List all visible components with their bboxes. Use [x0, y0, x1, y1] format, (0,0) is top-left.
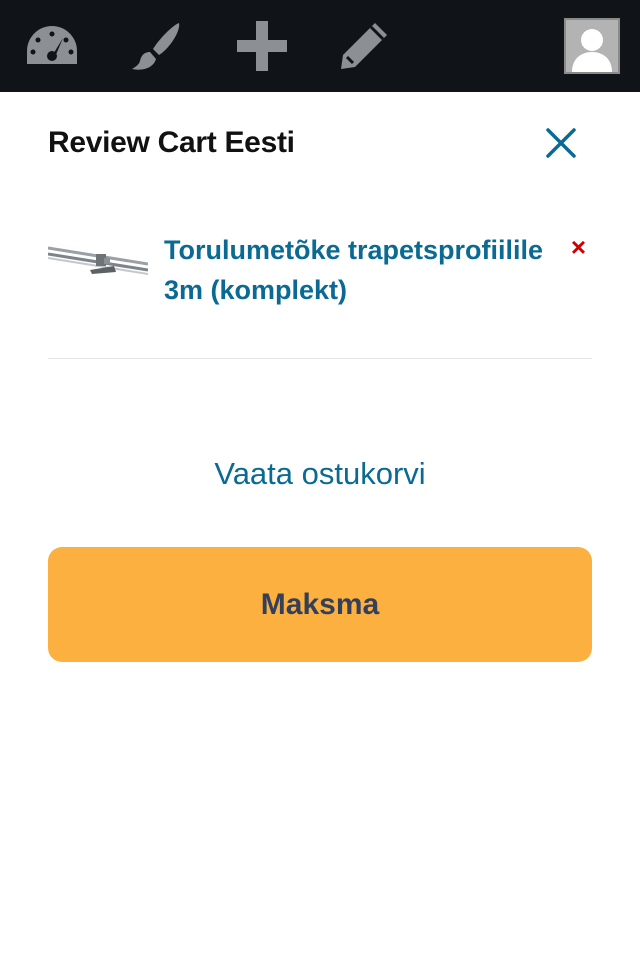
close-icon — [546, 128, 576, 158]
remove-item-button[interactable]: × — [571, 234, 586, 260]
admin-toolbar — [0, 0, 640, 92]
dashboard-icon[interactable] — [24, 18, 80, 74]
edit-pencil-icon[interactable] — [336, 18, 392, 74]
cart-item: Torulumetõke trapetsprofiilile 3m (kompl… — [48, 230, 592, 359]
view-cart-link[interactable]: Vaata ostukorvi — [0, 456, 640, 492]
new-plus-icon[interactable] — [234, 18, 290, 74]
user-avatar[interactable] — [564, 18, 620, 74]
customize-brush-icon[interactable] — [128, 18, 184, 74]
product-thumbnail[interactable] — [48, 234, 148, 290]
close-cart-button[interactable] — [540, 122, 582, 164]
checkout-button[interactable]: Maksma — [48, 547, 592, 662]
cart-title: Review Cart Eesti — [48, 126, 295, 159]
cart-panel: Review Cart Eesti Torulumetõke trapetspr… — [0, 92, 640, 960]
